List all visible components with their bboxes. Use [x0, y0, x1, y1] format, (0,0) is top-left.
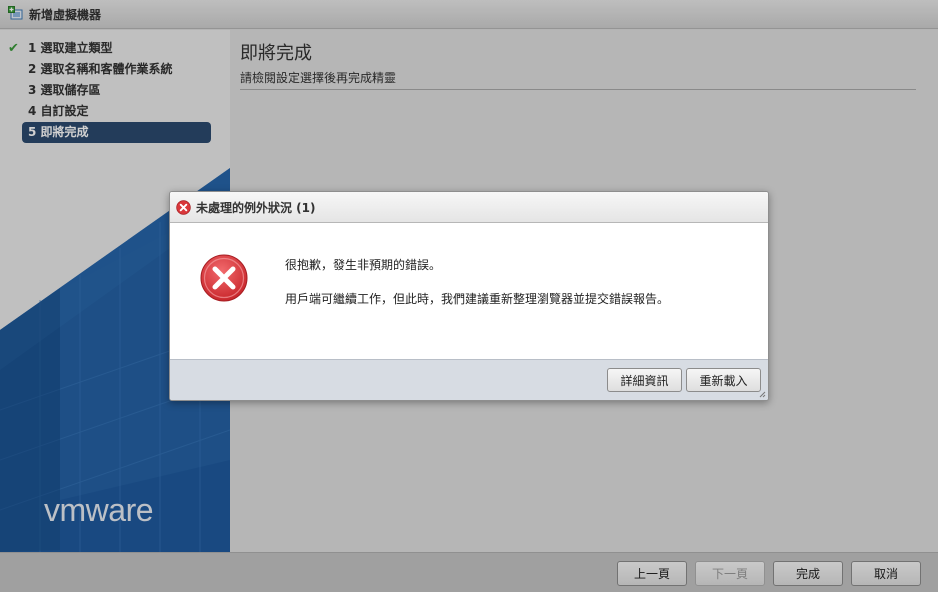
dialog-header: 未處理的例外狀況 (1): [170, 192, 768, 223]
details-button[interactable]: 詳細資訊: [607, 368, 682, 392]
dialog-footer: 詳細資訊 重新載入: [170, 359, 768, 400]
resize-grip-icon[interactable]: [758, 390, 766, 398]
reload-button[interactable]: 重新載入: [686, 368, 761, 392]
error-large-icon: [200, 254, 248, 302]
error-message-secondary: 用戶端可繼續工作，但此時，我們建議重新整理瀏覽器並提交錯誤報告。: [285, 292, 670, 306]
dialog-body: 很抱歉，發生非預期的錯誤。 用戶端可繼續工作，但此時，我們建議重新整理瀏覽器並提…: [170, 223, 768, 359]
dialog-title: 未處理的例外狀況 (1): [196, 200, 316, 215]
error-icon: [176, 199, 191, 215]
error-message-primary: 很抱歉，發生非預期的錯誤。: [285, 258, 442, 272]
unhandled-exception-dialog: 未處理的例外狀況 (1) 很抱歉，發生非預期的錯誤。 用戶端可繼續工作，但此時，…: [169, 191, 769, 401]
